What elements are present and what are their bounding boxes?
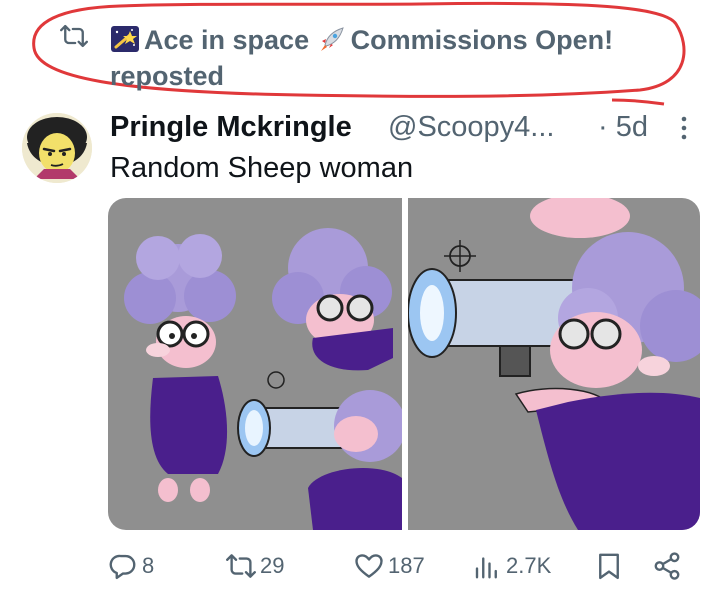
share-icon xyxy=(654,552,680,580)
bookmark-icon xyxy=(599,553,619,580)
reposted-label: reposted xyxy=(110,61,225,91)
reposter-name[interactable]: Ace in space xyxy=(144,25,309,55)
share-button[interactable] xyxy=(652,548,682,584)
like-button[interactable]: 187 xyxy=(354,548,425,584)
author-handle[interactable]: @Scoopy4... xyxy=(388,107,554,147)
reply-icon xyxy=(109,554,136,580)
rocket-emoji-icon xyxy=(317,25,347,53)
media-image-1[interactable] xyxy=(108,198,402,530)
repost-button[interactable]: 29 xyxy=(226,548,284,584)
action-bar: 8 29 187 2.7K xyxy=(108,548,700,584)
repost-icon xyxy=(60,24,88,48)
media-grid xyxy=(108,198,700,530)
media-image-2[interactable] xyxy=(408,198,700,530)
reposter-tagline: Commissions Open! xyxy=(350,25,614,55)
like-count: 187 xyxy=(388,553,425,578)
bookmark-button[interactable] xyxy=(594,548,624,584)
reply-count: 8 xyxy=(142,553,155,578)
reply-button[interactable]: 8 xyxy=(108,548,154,584)
tweet-header: Pringle Mckringle @Scoopy4... · 5d xyxy=(110,107,695,147)
like-icon xyxy=(355,554,383,578)
more-icon[interactable] xyxy=(672,115,696,141)
tweet-time[interactable]: · 5d xyxy=(598,107,648,147)
views-count: 2.7K xyxy=(506,553,552,578)
avatar[interactable] xyxy=(22,113,92,183)
views-button[interactable]: 2.7K xyxy=(472,548,551,584)
tweet-text: Random Sheep woman xyxy=(110,152,414,184)
views-icon xyxy=(475,557,497,579)
repost-icon xyxy=(226,554,256,578)
repost-count: 29 xyxy=(260,553,285,578)
space-emoji-icon xyxy=(110,25,140,53)
author-display-name[interactable]: Pringle Mckringle xyxy=(110,107,352,147)
